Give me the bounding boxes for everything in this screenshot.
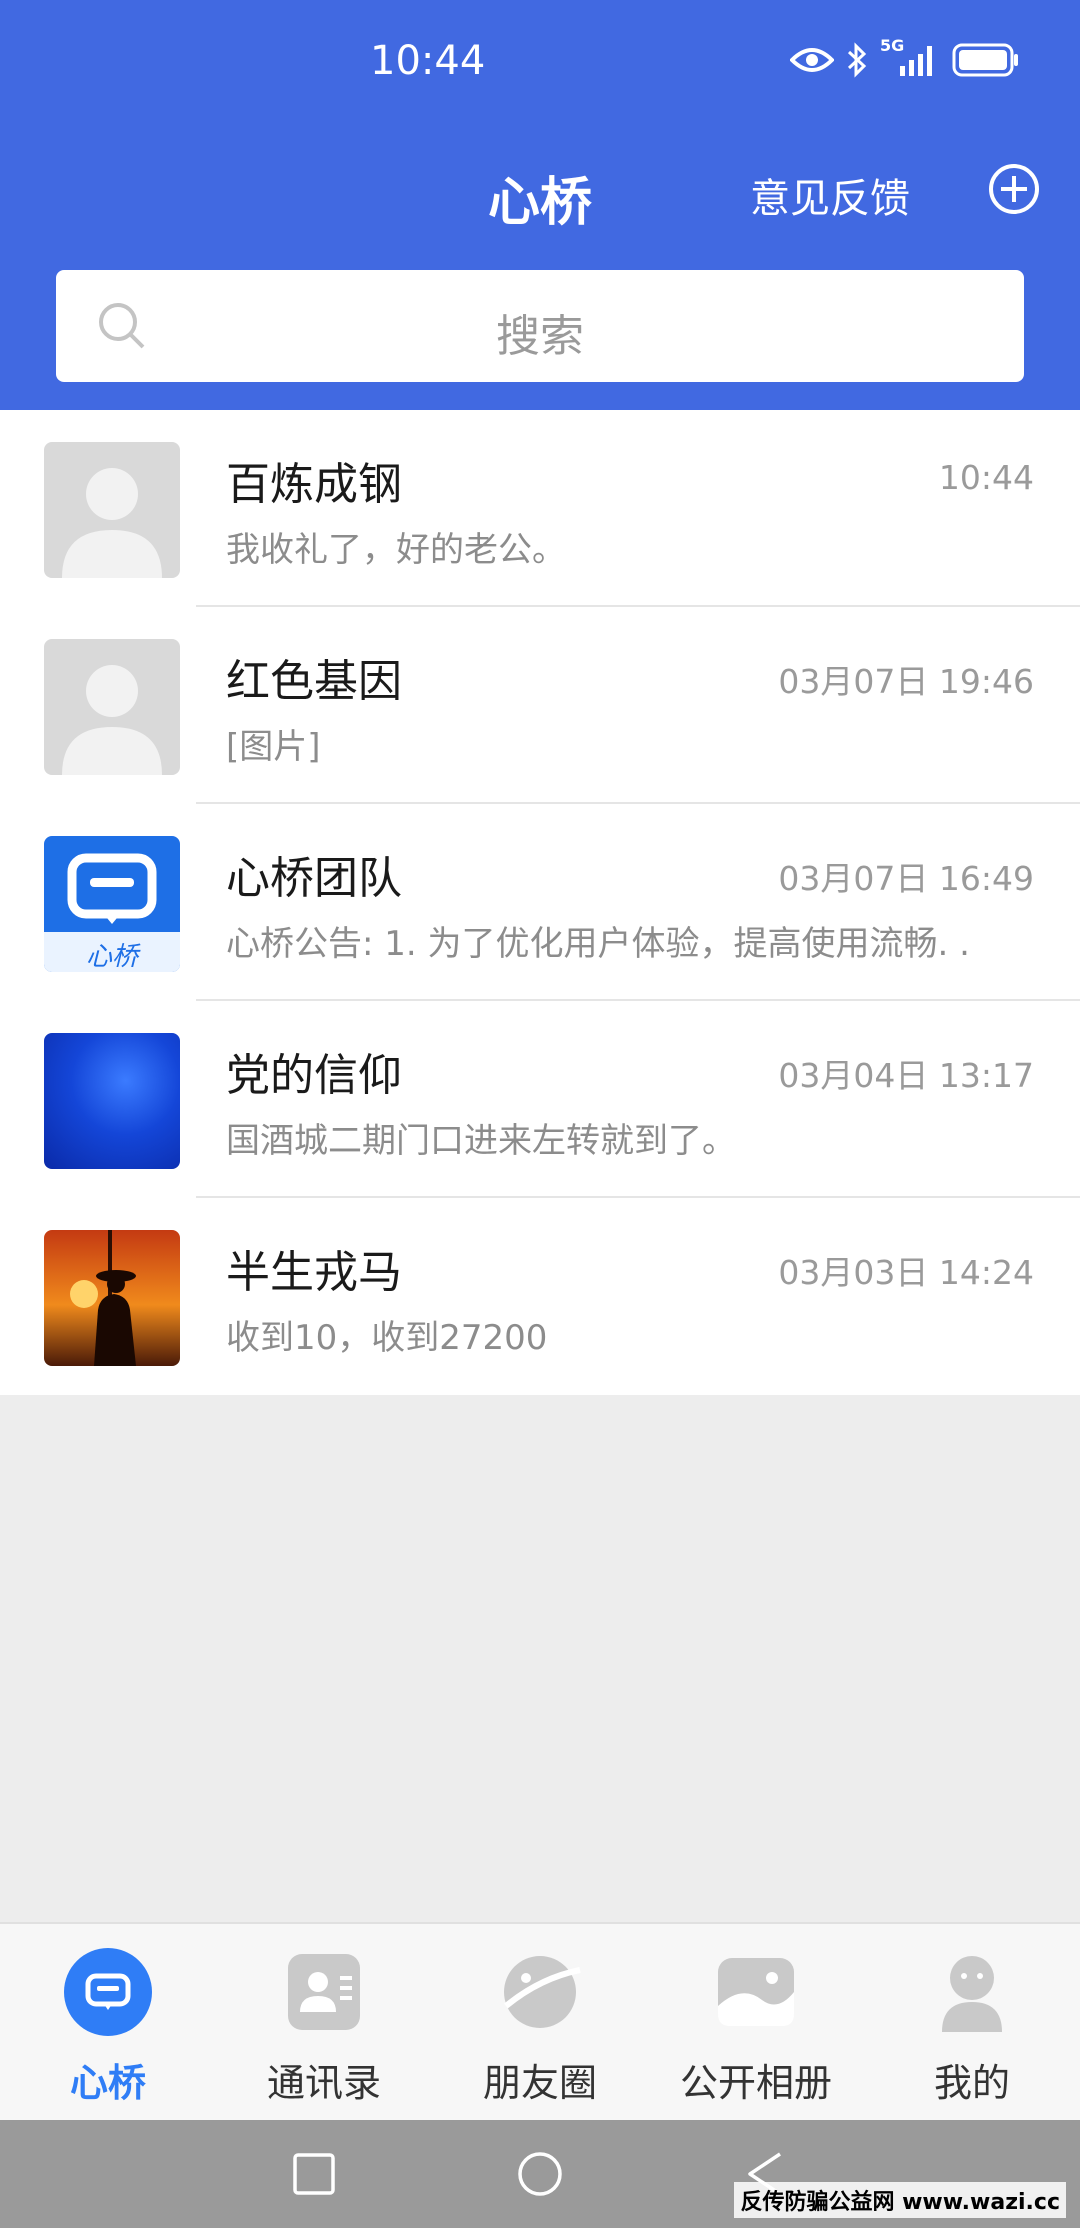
page-title: 心桥 [487,173,592,233]
chat-preview: 收到10，收到27200 [226,1318,548,1358]
app-logo-icon: 心桥 [44,836,180,972]
tab-label: 我的 [933,2061,1010,2105]
tab-profile[interactable]: 我的 [864,1924,1080,2122]
chat-preview: [图片] [226,727,321,767]
chat-list: 百炼成钢 10:44 我收礼了，好的老公。 红色基因 03月07日 19:46 … [0,410,1080,1395]
chat-name: 半生戎马 [226,1247,402,1298]
moments-icon [504,1956,581,2028]
chat-icon [64,1948,152,2036]
header: 10:44 5G 心桥 意见反馈 搜索 [0,0,1080,410]
default-avatar-icon [44,442,180,578]
chat-preview: 国酒城二期门口进来左转就到了。 [226,1121,736,1161]
album-icon [718,1958,794,2026]
chat-time: 03月03日 14:24 [778,1253,1034,1292]
chat-row[interactable]: 半生戎马 03月03日 14:24 收到10，收到27200 [0,1198,1080,1395]
search-input[interactable]: 搜索 [56,270,1024,382]
status-icons: 5G [790,36,1020,78]
chat-name: 百炼成钢 [226,459,402,510]
chat-row[interactable]: 百炼成钢 10:44 我收礼了，好的老公。 [0,410,1080,607]
eye-icon [790,48,834,72]
chat-row[interactable]: 红色基因 03月07日 19:46 [图片] [0,607,1080,804]
tab-label: 公开相册 [679,2061,832,2105]
chat-preview: 我收礼了，好的老公。 [226,530,566,570]
tab-label: 通讯录 [266,2061,381,2105]
tab-label: 心桥 [69,2061,146,2105]
chat-time: 03月07日 19:46 [778,662,1034,701]
signal-icon: 5G [880,36,940,78]
contacts-icon [288,1954,360,2030]
feedback-button[interactable]: 意见反馈 [750,166,910,224]
watermark: 反传防骗公益网 www.wazi.cc [734,2182,1066,2218]
tab-label: 朋友圈 [482,2061,597,2105]
blue-image-avatar [44,1033,180,1169]
chat-row[interactable]: 心桥 心桥团队 03月07日 16:49 心桥公告: 1. 为了优化用户体验，提… [0,804,1080,1001]
system-nav-bar: 反传防骗公益网 www.wazi.cc [0,2120,1080,2228]
tab-moments[interactable]: 朋友圈 [432,1924,648,2122]
tab-contacts[interactable]: 通讯录 [216,1924,432,2122]
status-bar: 10:44 5G [0,0,1080,130]
recent-apps-icon[interactable] [288,2148,340,2200]
search-placeholder: 搜索 [496,311,584,362]
app-logo-text: 心桥 [85,942,138,972]
home-icon[interactable] [514,2148,566,2200]
chat-time: 10:44 [938,458,1034,497]
status-time: 10:44 [370,38,486,84]
sunset-photo-avatar [44,1230,180,1366]
tab-album[interactable]: 公开相册 [648,1924,864,2122]
chat-time: 03月07日 16:49 [778,859,1034,898]
default-avatar-icon [44,639,180,775]
chat-name: 心桥团队 [226,853,402,904]
add-icon[interactable] [988,163,1040,215]
tab-chats[interactable]: 心桥 [0,1924,216,2122]
chat-preview: 心桥公告: 1. 为了优化用户体验，提高使用流畅. . [226,924,970,964]
profile-icon [942,1956,1002,2032]
chat-row[interactable]: 党的信仰 03月04日 13:17 国酒城二期门口进来左转就到了。 [0,1001,1080,1198]
chat-name: 党的信仰 [226,1050,402,1101]
chat-time: 03月04日 13:17 [778,1056,1034,1095]
bottom-nav: 心桥 通讯录 朋友圈 公开相册 我的 [0,1922,1080,2120]
battery-icon [952,43,1018,77]
bluetooth-icon [847,42,867,78]
chat-name: 红色基因 [226,656,402,707]
